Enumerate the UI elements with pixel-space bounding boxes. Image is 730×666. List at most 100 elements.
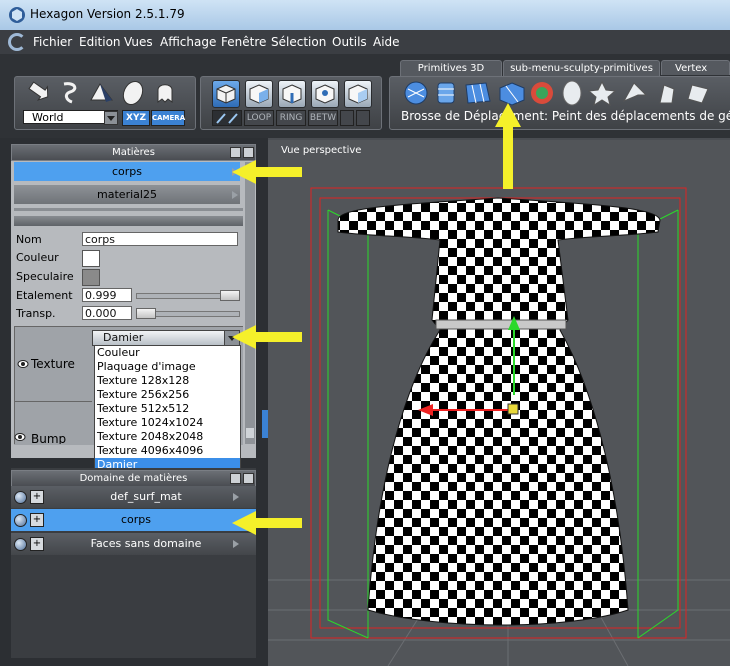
bird-brush-icon [622,82,648,103]
arrow-tool-icon[interactable] [24,80,50,106]
annotation-arrow-left [232,511,302,535]
vertex-mode-button[interactable] [311,80,339,108]
texture-option[interactable]: Texture 4096x4096 [97,444,203,458]
sculpt-brushes-row [404,80,709,107]
domains-title: Domaine de matières [79,473,188,484]
couleur-swatch[interactable] [82,250,100,267]
menu-vues[interactable]: Vues [124,35,153,49]
cube-icon [216,84,236,104]
cube-brush-icon [499,82,525,106]
domain-label: def_surf_mat [110,490,182,503]
menu-aide[interactable]: Aide [373,35,400,49]
eye-icon[interactable] [14,432,26,442]
ring-button[interactable]: RING [276,110,306,126]
select-frame-icon[interactable] [340,110,354,126]
chevron-right-icon[interactable] [232,191,238,199]
tab-vertex-mod[interactable]: Vertex mod [661,60,730,89]
menu-edition[interactable]: Edition [79,35,121,49]
dress-model-render[interactable] [268,140,730,666]
tab-primitives-3d[interactable]: Primitives 3D [400,60,502,76]
hand-brush-icon [659,84,675,104]
texture-select[interactable]: Damier [92,330,240,346]
transp-input[interactable]: 0.000 [82,306,132,320]
domains-header: Domaine de matières [11,470,256,487]
menu-selection[interactable]: Sélection [271,35,326,49]
loop-button[interactable]: LOOP [244,110,274,126]
etalement-slider-thumb[interactable] [219,290,240,301]
annotation-arrow-left [232,160,302,184]
speculaire-label: Speculaire [16,270,74,283]
window-title: Hexagon Version 2.5.1.79 [30,7,185,21]
cube-vertex-icon [315,84,335,104]
transp-label: Transp. [16,307,56,320]
auto-mode-button[interactable] [344,80,372,108]
plane-tool-icon[interactable] [88,80,114,106]
sphere-icon [14,491,27,504]
brush-select-button[interactable] [212,110,242,126]
material-item-material25[interactable]: material25 [14,185,240,204]
add-icon[interactable]: + [30,537,44,551]
brush-description: Brosse de Déplacement: Peint des déplace… [401,109,730,123]
domain-row[interactable]: + Faces sans domaine [11,533,256,555]
nom-input[interactable]: corps [82,232,238,246]
sphere-tool-icon[interactable] [120,80,146,106]
misc-brush-icon [687,84,709,104]
texture-option[interactable]: Plaquage d'image [97,360,196,374]
cylinder-brush-icon [437,82,455,104]
xyz-toggle[interactable]: XYZ [122,110,150,126]
panel-close-icon[interactable] [243,147,254,158]
domain-label: Faces sans domaine [90,537,202,550]
menu-outils[interactable]: Outils [332,35,367,49]
texture-option[interactable]: Texture 512x512 [97,402,189,416]
head-brush-icon [562,80,582,106]
menu-bar: Fichier Edition Vues Affichage Fenêtre S… [0,30,730,54]
hexagon-logo-icon [8,33,26,51]
domain-row-selected[interactable]: + corps [11,509,256,531]
select-circle-icon[interactable] [356,110,370,126]
cube-edge-icon [282,84,302,104]
nom-label: Nom [16,233,42,246]
material-item-corps[interactable]: corps [14,162,240,181]
chevron-right-icon[interactable] [233,540,239,548]
divider [14,326,15,444]
app-icon [9,7,25,23]
cube-face-icon [249,84,269,104]
domain-row[interactable]: + def_surf_mat [11,486,256,508]
add-icon[interactable]: + [30,513,44,527]
ghost-tool-icon[interactable] [152,80,178,106]
etalement-input[interactable]: 0.999 [82,288,132,302]
coord-system-dropdown-button[interactable] [104,111,118,125]
chevron-right-icon[interactable] [233,493,239,501]
add-icon[interactable]: + [30,490,44,504]
menu-fichier[interactable]: Fichier [33,35,72,49]
betw-button[interactable]: BETW [308,110,338,126]
materials-scrollbar[interactable] [245,162,255,444]
texture-select-value: Damier [103,331,144,344]
texture-option[interactable]: Texture 2048x2048 [97,430,203,444]
transp-slider-thumb[interactable] [136,308,156,319]
texture-option[interactable]: Texture 128x128 [97,374,189,388]
scroll-down-arrow-icon[interactable] [246,428,254,438]
lasso-tool-icon[interactable] [56,80,82,106]
object-mode-button[interactable] [212,80,240,108]
sphere-icon [14,538,27,551]
eye-icon[interactable] [17,359,29,369]
tab-sculpty-primitives[interactable]: sub-menu-sculpty-primitives [503,60,660,76]
texture-option[interactable]: Texture 256x256 [97,388,189,402]
texture-option[interactable]: Texture 1024x1024 [97,416,203,430]
materials-header: Matières [11,144,256,161]
panel-close-icon[interactable] [243,473,254,484]
divider [14,401,92,402]
texture-option[interactable]: Couleur [97,346,140,360]
face-mode-button[interactable] [245,80,273,108]
panel-collapse-icon[interactable] [230,147,241,158]
speculaire-swatch[interactable] [82,269,100,286]
couleur-label: Couleur [16,251,59,264]
menu-fenetre[interactable]: Fenêtre [221,35,266,49]
domain-label: corps [120,513,151,526]
menu-affichage[interactable]: Affichage [160,35,216,49]
panel-collapse-icon[interactable] [230,473,241,484]
edge-mode-button[interactable] [278,80,306,108]
annotation-arrow-up [495,103,521,189]
camera-toggle[interactable]: CAMERA [151,110,185,126]
